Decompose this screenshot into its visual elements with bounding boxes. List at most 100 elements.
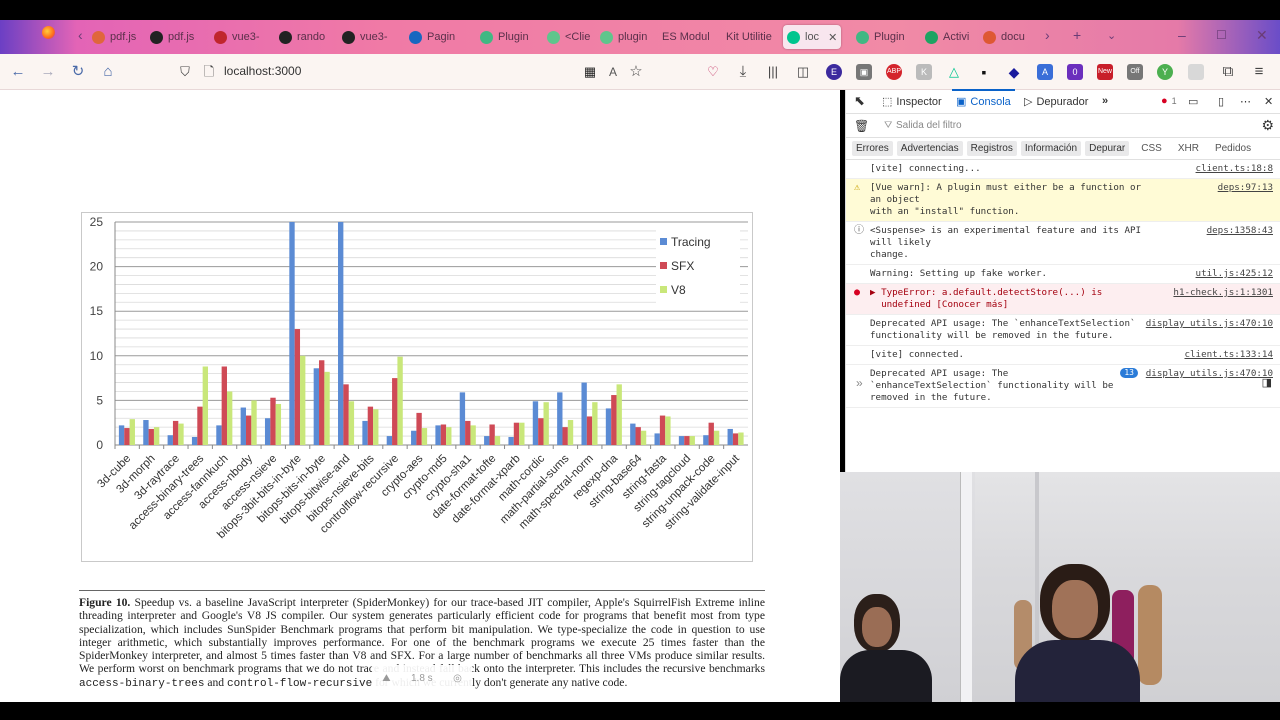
console-prompt[interactable]: » bbox=[856, 376, 863, 390]
extension-y-icon[interactable]: Y bbox=[1157, 64, 1173, 80]
more-options-icon[interactable]: ⋯ bbox=[1240, 95, 1251, 108]
tab-2[interactable]: vue3- bbox=[210, 25, 266, 49]
extension-counter-icon[interactable]: 0 bbox=[1067, 64, 1083, 80]
extension-grid-plus-icon[interactable]: ▪ bbox=[976, 64, 992, 80]
element-picker-icon[interactable]: ⬉ bbox=[854, 93, 865, 109]
url-bar[interactable]: localhost:3000 bbox=[224, 64, 301, 78]
extension-k-icon[interactable]: K bbox=[916, 64, 932, 80]
red-square-icon bbox=[214, 30, 227, 44]
translate-icon[interactable]: A bbox=[604, 63, 622, 81]
level-filter-4[interactable]: Depurar bbox=[1085, 141, 1130, 156]
tab-10[interactable]: Kit Utilitie bbox=[722, 25, 778, 49]
page-info-icon[interactable]: 🗋 bbox=[200, 63, 218, 81]
extension-new-icon[interactable]: New bbox=[1097, 64, 1113, 80]
bar-v8 bbox=[494, 436, 501, 445]
target-icon[interactable]: ◎ bbox=[453, 673, 462, 684]
level-filter-1[interactable]: Advertencias bbox=[896, 141, 963, 156]
tab-debugger[interactable]: ▷ Depurador bbox=[1024, 95, 1088, 109]
message-source-link[interactable]: display utils.js:470:10 bbox=[1146, 318, 1273, 330]
bar-sfx bbox=[586, 416, 593, 445]
tab-12[interactable]: Plugin bbox=[852, 25, 908, 49]
more-tools-chevron-icon[interactable]: » bbox=[1102, 95, 1108, 107]
message-source-link[interactable]: util.js:425:12 bbox=[1196, 268, 1273, 280]
close-window-icon[interactable]: ✕ bbox=[1256, 27, 1268, 44]
tab-inspector[interactable]: ⬚ Inspector bbox=[882, 95, 942, 109]
level-filter-0[interactable]: Errores bbox=[852, 141, 893, 156]
responsive-design-icon[interactable]: ▯ bbox=[1218, 95, 1224, 108]
new-tab-icon[interactable]: + bbox=[1073, 27, 1081, 43]
sidebar-icon[interactable]: ◫ bbox=[794, 63, 812, 81]
extension-off-icon[interactable]: Off bbox=[1127, 64, 1143, 80]
tabs-scroll-right-icon[interactable]: › bbox=[1045, 27, 1050, 43]
bar-sfx bbox=[367, 406, 374, 445]
extension-pause-icon[interactable] bbox=[1188, 64, 1204, 80]
tab-4[interactable]: vue3- bbox=[338, 25, 394, 49]
tab-14[interactable]: docu bbox=[979, 25, 1035, 49]
error-count: 1 bbox=[1171, 96, 1177, 106]
forward-icon[interactable]: → bbox=[39, 63, 57, 81]
firefox-logo-icon bbox=[42, 26, 55, 42]
mountain-icon[interactable]: ⛰ bbox=[382, 673, 390, 684]
filter-input[interactable]: Salida del filtro bbox=[896, 120, 962, 131]
request-filter-2[interactable]: Pedidos bbox=[1211, 141, 1255, 156]
request-filter-0[interactable]: CSS bbox=[1137, 141, 1166, 156]
towel-tan-right bbox=[1138, 585, 1162, 685]
bar-v8 bbox=[713, 430, 720, 445]
tab-13[interactable]: Activi bbox=[921, 25, 977, 49]
error-count-badge[interactable]: ● 1 bbox=[1161, 95, 1177, 107]
extension-e-icon[interactable]: E bbox=[826, 64, 842, 80]
extensions-grid-icon[interactable]: ▦ bbox=[581, 63, 599, 81]
clear-console-trash-icon[interactable]: 🗑 bbox=[854, 119, 869, 133]
message-source-link[interactable]: h1-check.js:1:1301 bbox=[1173, 287, 1273, 299]
message-source-link[interactable]: display utils.js:470:10 bbox=[1146, 368, 1273, 380]
extension-diamond-icon[interactable]: ◆ bbox=[1006, 64, 1022, 80]
tab-0[interactable]: pdf.js bbox=[88, 25, 144, 49]
editor-mode-icon[interactable]: ◨ bbox=[1262, 376, 1272, 389]
bar-sfx bbox=[343, 384, 349, 445]
message-source-link[interactable]: client.ts:133:14 bbox=[1184, 349, 1273, 361]
bookmark-star-icon[interactable]: ☆ bbox=[627, 63, 645, 81]
tab-9[interactable]: ES Modul bbox=[658, 25, 714, 49]
reload-icon[interactable]: ↻ bbox=[69, 63, 87, 81]
home-icon[interactable]: ⌂ bbox=[99, 63, 117, 81]
tab-1[interactable]: pdf.js bbox=[146, 25, 202, 49]
extensions-puzzle-icon[interactable]: ⧉ bbox=[1219, 63, 1237, 81]
console-message: ⓘ <Suspense> is an experimental feature a… bbox=[846, 222, 1280, 265]
adblock-plus-icon[interactable]: ABP bbox=[886, 64, 902, 80]
app-menu-icon[interactable]: ≡ bbox=[1250, 63, 1268, 81]
translate-extension-icon[interactable]: A bbox=[1037, 64, 1053, 80]
extension-image-icon[interactable]: ▣ bbox=[856, 64, 872, 80]
downloads-icon[interactable]: ⤓ bbox=[734, 63, 752, 81]
tab-list-chevron-icon[interactable]: ⌄ bbox=[1107, 29, 1116, 42]
tab-3[interactable]: rando bbox=[275, 25, 331, 49]
tab-console[interactable]: ▣ Consola bbox=[952, 89, 1015, 108]
tab-6[interactable]: Plugin bbox=[476, 25, 532, 49]
bar-tracing bbox=[313, 368, 320, 445]
tabs-scroll-left-icon[interactable]: ‹ bbox=[78, 27, 83, 43]
library-icon[interactable]: ||| bbox=[764, 63, 782, 81]
console-filter-bar: 🗑 ⛛ Salida del filtro ⚙ bbox=[846, 114, 1280, 138]
pocket-icon[interactable]: ♡ bbox=[704, 63, 722, 81]
load-time: 1.8 s bbox=[410, 672, 433, 684]
message-source-link[interactable]: deps:97:13 bbox=[1218, 182, 1273, 194]
minimize-window-icon[interactable]: – bbox=[1178, 27, 1186, 43]
close-devtools-icon[interactable]: ✕ bbox=[1264, 95, 1273, 108]
level-filter-3[interactable]: Información bbox=[1020, 141, 1082, 156]
tab-7[interactable]: <Clie bbox=[543, 25, 599, 49]
tab-5[interactable]: Pagin bbox=[405, 25, 461, 49]
message-source-link[interactable]: client.ts:18:8 bbox=[1196, 163, 1273, 175]
tab-8[interactable]: plugin bbox=[596, 25, 652, 49]
vue-nuxt-devtools-icon[interactable]: △ bbox=[946, 64, 962, 80]
split-console-icon[interactable]: ▭ bbox=[1188, 95, 1198, 108]
close-tab-icon[interactable]: ✕ bbox=[828, 31, 837, 44]
maximize-window-icon[interactable]: ☐ bbox=[1216, 28, 1227, 42]
tab-11[interactable]: loc ✕ bbox=[783, 25, 841, 49]
bar-sfx bbox=[684, 436, 690, 445]
back-icon[interactable]: ← bbox=[9, 63, 27, 81]
message-source-link[interactable]: deps:1358:43 bbox=[1207, 225, 1273, 237]
request-filter-1[interactable]: XHR bbox=[1174, 141, 1203, 156]
console-settings-gear-icon[interactable]: ⚙ bbox=[1261, 117, 1274, 134]
tracking-shield-icon[interactable]: ⛉ bbox=[176, 63, 194, 81]
level-filter-2[interactable]: Registros bbox=[966, 141, 1017, 156]
y-tick-label: 5 bbox=[96, 393, 103, 407]
